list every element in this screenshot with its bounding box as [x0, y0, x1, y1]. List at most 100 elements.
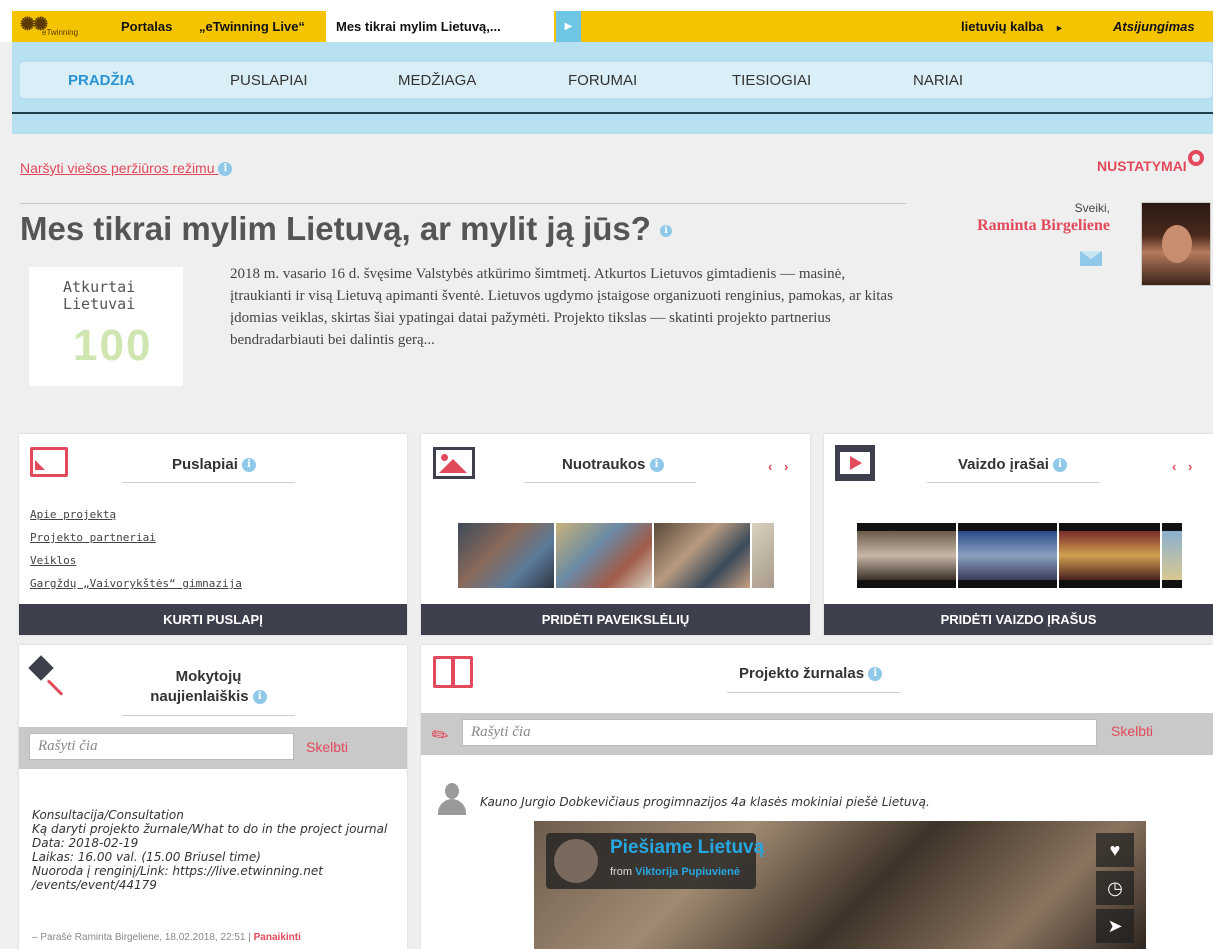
videos-card-title: Vaizdo įrašai i — [958, 456, 1068, 473]
photos-title-underline — [524, 482, 696, 483]
image-icon-mountain — [439, 459, 467, 473]
title-info-icon[interactable]: i — [660, 225, 673, 238]
image-icon-sun — [441, 454, 448, 461]
etwinning-logo[interactable]: ✺✺ eTwinning — [20, 12, 98, 38]
etwinning-logo-text: eTwinning — [42, 28, 79, 37]
top-bar: ✺✺ eTwinning Portalas „eTwinning Live“ M… — [0, 0, 1213, 42]
newsletter-delete-link[interactable]: Panaikinti — [254, 932, 301, 943]
video-author-link[interactable]: Viktorija Pupiuvienė — [635, 866, 740, 878]
nav-item-forumai[interactable]: FORUMAI — [568, 72, 637, 89]
newsletter-card-title: Mokytojų naujienlaiškis i — [122, 667, 295, 707]
photo-thumbnail[interactable] — [556, 523, 652, 588]
mail-icon[interactable] — [1080, 251, 1102, 266]
pin-icon-head — [28, 655, 54, 681]
photo-thumbnail[interactable] — [654, 523, 750, 588]
newsletter-entry-line: Nuoroda į renginį/Link: https://live.etw… — [32, 864, 323, 878]
book-icon — [433, 656, 475, 688]
project-logo-line1: Atkurtai — [63, 278, 136, 296]
video-title[interactable]: Piešiame Lietuvą — [610, 837, 764, 859]
bookmark-icon — [30, 447, 68, 477]
project-logo-number: 100 — [73, 321, 153, 370]
photos-carousel-arrows: ‹ › — [768, 459, 788, 474]
user-name[interactable]: Raminta Birgeliene — [945, 217, 1110, 235]
videos-next-icon[interactable]: › — [1188, 459, 1192, 474]
videos-info-icon[interactable]: i — [1053, 458, 1068, 473]
newsletter-entry-line: /events/event/44179 — [32, 878, 157, 892]
add-videos-button[interactable]: PRIDĖTI VAIZDO ĮRAŠUS — [824, 604, 1213, 635]
journal-info-icon[interactable]: i — [868, 667, 883, 682]
title-divider — [20, 203, 906, 204]
language-selector[interactable]: lietuvių kalba ► — [961, 19, 1064, 34]
settings-button[interactable]: NUSTATYMAI — [1097, 150, 1204, 174]
pages-info-icon[interactable]: i — [242, 458, 257, 473]
nav-divider — [12, 112, 1213, 114]
main-nav: PRADŽIA PUSLAPIAI MEDŽIAGA FORUMAI TIESI… — [20, 62, 1212, 98]
nav-item-puslapiai[interactable]: PUSLAPIAI — [230, 72, 308, 89]
logout-link[interactable]: Atsijungimas — [1113, 19, 1195, 34]
photos-prev-icon[interactable]: ‹ — [768, 459, 772, 474]
pages-card-title: Puslapiai i — [172, 456, 257, 473]
film-icon-play — [850, 456, 862, 470]
video-actions: ♥ ◷ ➤ — [1096, 833, 1134, 945]
pages-title-underline — [122, 482, 295, 483]
tabs-next-arrow-icon[interactable]: ▶ — [556, 11, 581, 42]
photos-info-icon[interactable]: i — [649, 458, 664, 473]
send-icon[interactable]: ➤ — [1096, 909, 1134, 943]
page-title: Mes tikrai mylim Lietuvą, ar mylit ją jū… — [20, 210, 673, 248]
greeting: Sveiki, — [1074, 201, 1110, 215]
page-link-veiklos[interactable]: Veiklos — [30, 549, 242, 572]
photos-next-icon[interactable]: › — [784, 459, 788, 474]
add-photos-button[interactable]: PRIDĖTI PAVEIKSLĖLIŲ — [421, 604, 810, 635]
nav-item-pradzia[interactable]: PRADŽIA — [68, 72, 135, 89]
pin-icon-needle — [46, 679, 64, 696]
nav-item-medziaga[interactable]: MEDŽIAGA — [398, 72, 476, 89]
avatar[interactable] — [1141, 202, 1211, 286]
photo-thumbnail[interactable] — [458, 523, 554, 588]
video-author-avatar[interactable] — [554, 839, 598, 883]
newsletter-entry-line: Laikas: 16.00 val. (15.00 Briusel time) — [32, 850, 261, 864]
newsletter-entry-meta: – Parašė Raminta Birgeliene, 18.02.2018,… — [32, 932, 301, 943]
project-logo-text: Atkurtai Lietuvai — [63, 279, 135, 313]
journal-post-button[interactable]: Skelbti — [1111, 723, 1153, 739]
avatar-face — [1162, 225, 1192, 263]
nav-item-tiesiogiai[interactable]: TIESIOGIAI — [732, 72, 811, 89]
video-byline: from Viktorija Pupiuvienė — [610, 866, 740, 878]
film-icon — [835, 445, 875, 481]
nav-item-nariai[interactable]: NARIAI — [913, 72, 963, 89]
newsletter-input[interactable]: Rašyti čia — [29, 733, 294, 760]
project-logo: Atkurtai Lietuvai 100 — [29, 267, 183, 386]
active-project-tab[interactable]: Mes tikrai mylim Lietuvą,... — [326, 11, 554, 42]
page-link-gimnazija[interactable]: Gargždų „Vaivorykštės“ gimnazija — [30, 572, 242, 595]
newsletter-post-button[interactable]: Skelbti — [306, 739, 348, 755]
video-thumbnail[interactable] — [857, 523, 956, 588]
heart-icon[interactable]: ♥ — [1096, 833, 1134, 867]
video-thumbnail[interactable] — [958, 523, 1057, 588]
page-title-text: Mes tikrai mylim Lietuvą, ar mylit ją jū… — [20, 210, 651, 247]
newsletter-title-underline — [122, 715, 295, 716]
portal-link[interactable]: Portalas — [121, 19, 172, 34]
video-embed[interactable]: Piešiame Lietuvą from Viktorija Pupiuvie… — [534, 821, 1146, 949]
info-icon[interactable]: i — [218, 162, 233, 177]
newsletter-title-line1: Mokytojų — [175, 668, 242, 685]
create-page-button[interactable]: KURTI PUSLAPĮ — [19, 604, 407, 635]
newsletter-info-icon[interactable]: i — [252, 690, 267, 705]
book-icon-right — [452, 656, 473, 688]
etwinning-live-link[interactable]: „eTwinning Live“ — [199, 19, 305, 34]
page-link-apie[interactable]: Apie projektą — [30, 503, 242, 526]
clock-icon[interactable]: ◷ — [1096, 871, 1134, 905]
newsletter-entry: Konsultacija/Consultation Ką daryti proj… — [32, 808, 402, 892]
settings-label: NUSTATYMAI — [1097, 158, 1187, 174]
public-view-link[interactable]: Naršyti viešos peržiūros režimu i — [20, 160, 233, 177]
video-thumbnail[interactable] — [1059, 523, 1160, 588]
page-link-partneriai[interactable]: Projekto partneriai — [30, 526, 242, 549]
videos-prev-icon[interactable]: ‹ — [1172, 459, 1176, 474]
image-icon — [433, 447, 475, 479]
user-silhouette-head — [445, 783, 459, 799]
journal-title-underline — [727, 692, 900, 693]
videos-card-title-text: Vaizdo įrašai — [958, 456, 1049, 473]
photo-thumbnail[interactable] — [752, 523, 774, 588]
video-thumbnail[interactable] — [1162, 523, 1182, 588]
newsletter-entry-line: Ką daryti projekto žurnale/What to do in… — [32, 822, 388, 836]
journal-input[interactable]: Rašyti čia — [462, 719, 1097, 746]
videos-carousel-arrows: ‹ › — [1172, 459, 1192, 474]
